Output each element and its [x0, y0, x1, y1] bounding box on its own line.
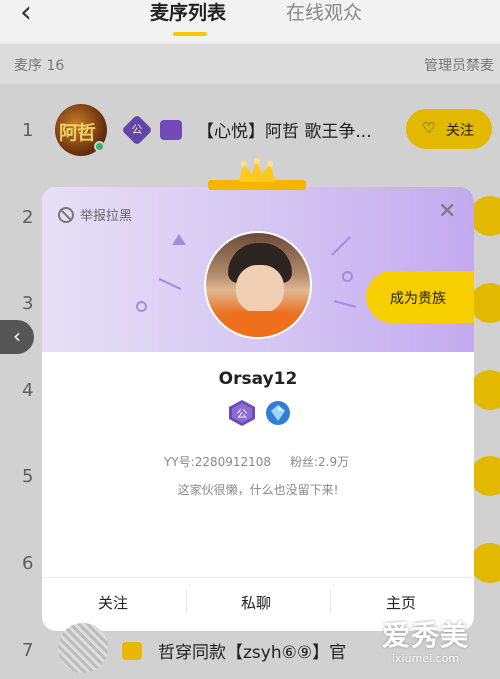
shirt-badge-icon	[122, 642, 142, 660]
line-decoration	[331, 236, 351, 256]
circle-decoration	[136, 301, 147, 312]
tab-online-audience[interactable]: 在线观众	[286, 0, 362, 26]
watermark-logo: 爱秀美	[382, 619, 470, 652]
active-tab-indicator	[173, 32, 207, 36]
line-decoration	[158, 278, 182, 290]
watermark-url: ixiumei.com	[392, 652, 460, 665]
card-header: 举报拉黑 ✕ 成为贵族	[42, 187, 474, 352]
yy-id: YY号:2280912108	[164, 455, 272, 469]
follow-action-button[interactable]: 关注	[98, 592, 128, 613]
private-chat-button[interactable]: 私聊	[241, 592, 271, 613]
svg-text:公: 公	[237, 408, 248, 421]
report-block-button[interactable]: 举报拉黑	[58, 205, 132, 224]
line-decoration	[334, 300, 356, 308]
user-profile-card: 举报拉黑 ✕ 成为贵族 Orsay12 公 YY号:2280912108 粉丝:…	[42, 187, 474, 631]
crown-icon	[208, 158, 306, 190]
divider	[186, 590, 187, 614]
profile-bio: 这家伙很懒，什么也没留下来!	[177, 483, 339, 497]
divider	[330, 590, 331, 614]
block-icon	[58, 207, 74, 223]
close-icon[interactable]: ✕	[438, 199, 456, 224]
avatar[interactable]	[58, 623, 108, 673]
queue-subbar: 麦序 16 管理员禁麦	[0, 44, 500, 84]
circle-decoration	[342, 271, 353, 282]
diamond-level-icon	[266, 401, 290, 425]
row-username: 哲穿同款【zsyh⑥⑨】官	[158, 643, 347, 663]
tab-mic-queue[interactable]: 麦序列表	[150, 0, 226, 26]
guild-badge-icon: 公	[229, 400, 255, 426]
top-bar: ‹ 麦序列表 在线观众	[0, 0, 500, 42]
chevron-left-icon[interactable]: ‹	[0, 320, 34, 354]
admin-mute-link[interactable]: 管理员禁麦	[424, 55, 494, 75]
queue-count: 麦序 16	[14, 58, 65, 74]
become-noble-button[interactable]: 成为贵族	[366, 271, 474, 323]
triangle-decoration	[172, 234, 186, 245]
homepage-button[interactable]: 主页	[386, 592, 416, 613]
fans-count: 粉丝:2.9万	[290, 455, 350, 469]
profile-username: Orsay12	[218, 369, 298, 389]
chevron-left-icon[interactable]: ‹	[20, 0, 32, 28]
profile-avatar[interactable]	[204, 231, 312, 339]
